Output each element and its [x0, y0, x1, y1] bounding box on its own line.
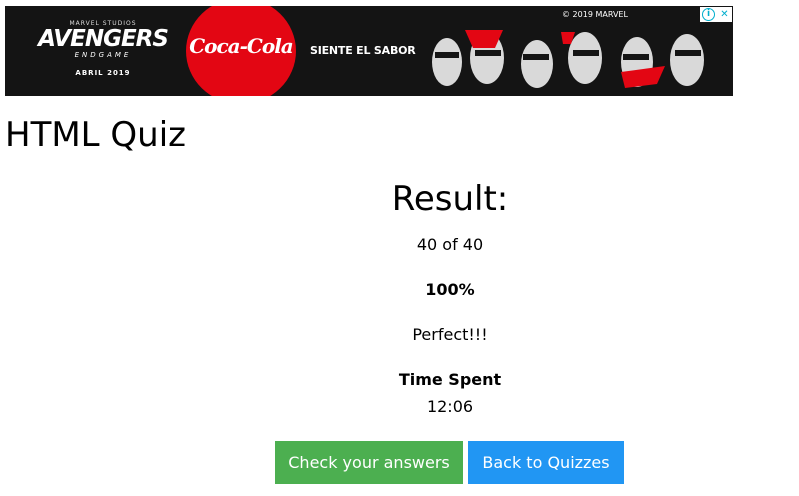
- time-spent-label: Time Spent: [398, 370, 502, 389]
- result-heading: Result:: [391, 179, 509, 219]
- score-text: 40 of 40: [416, 235, 484, 254]
- ad-date: ABRIL 2019: [75, 69, 131, 77]
- coca-cola-logo: Coca-Cola: [186, 6, 296, 96]
- heroes-illustration: [432, 30, 704, 88]
- action-buttons: Check your answers Back to Quizzes: [275, 441, 624, 484]
- ad-subtitle: ENDGAME: [74, 51, 132, 59]
- ad-brand: Coca-Cola: [189, 34, 294, 58]
- back-to-quizzes-button[interactable]: Back to Quizzes: [468, 441, 624, 484]
- close-icon[interactable]: ✕: [717, 7, 732, 22]
- result-message: Perfect!!!: [412, 325, 488, 344]
- ad-slogan: SIENTE EL SABOR: [310, 44, 416, 57]
- info-icon[interactable]: i: [702, 8, 715, 21]
- ad-banner[interactable]: MARVEL STUDIOS AVENGERS ENDGAME ABRIL 20…: [5, 6, 733, 96]
- percent-text: 100%: [425, 280, 475, 299]
- avengers-logo: MARVEL STUDIOS AVENGERS ENDGAME ABRIL 20…: [33, 20, 173, 77]
- ad-controls: i ✕: [700, 7, 732, 22]
- ad-copyright: © 2019 MARVEL: [562, 10, 628, 19]
- result-panel: Result: 40 of 40 100% Perfect!!! Time Sp…: [250, 178, 650, 417]
- check-answers-button[interactable]: Check your answers: [275, 441, 463, 484]
- time-spent-value: 12:06: [426, 397, 474, 416]
- page-title: HTML Quiz: [5, 115, 187, 155]
- ad-title: AVENGERS: [38, 26, 169, 52]
